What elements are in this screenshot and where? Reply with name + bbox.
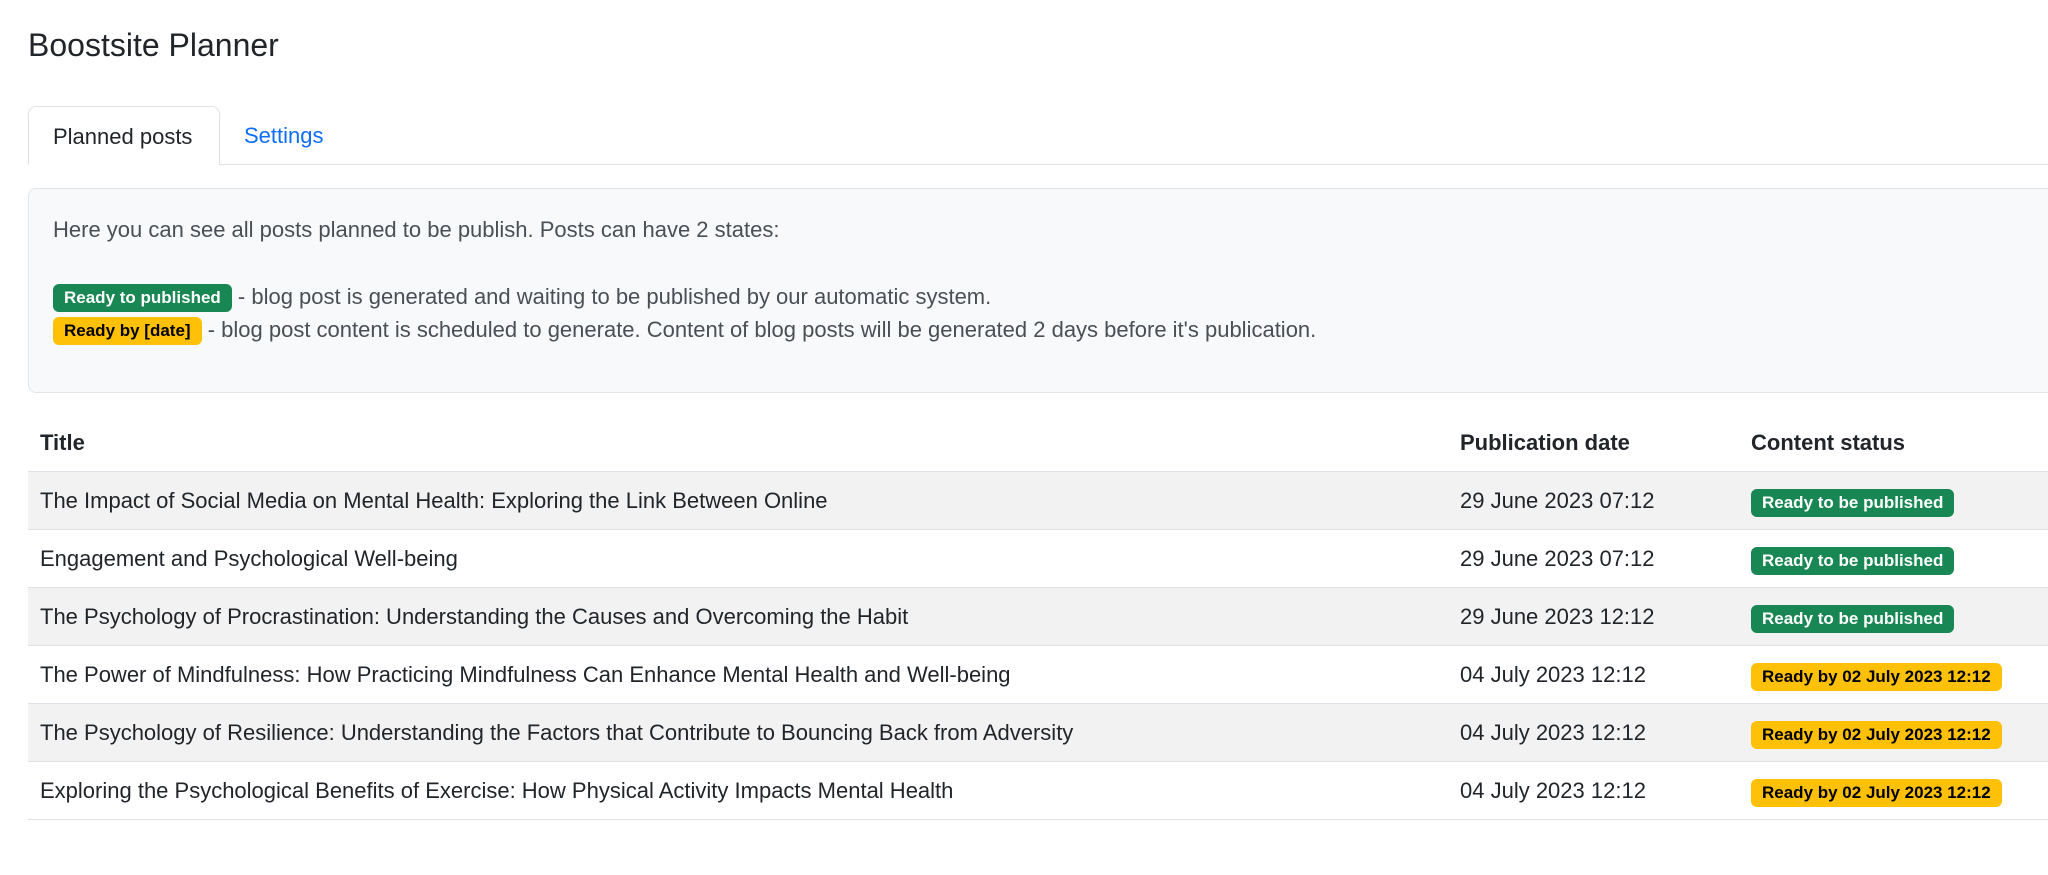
legend-description-scheduled: - blog post content is scheduled to gene… [201, 317, 1317, 342]
post-publication-date: 29 June 2023 07:12 [1460, 546, 1655, 571]
post-title: The Psychology of Resilience: Understand… [40, 720, 1074, 745]
post-publication-date: 04 July 2023 12:12 [1460, 720, 1646, 745]
post-title: Engagement and Psychological Well-being [40, 546, 458, 571]
info-intro-text: Here you can see all posts planned to be… [53, 217, 780, 242]
tab-settings[interactable]: Settings [220, 106, 348, 165]
post-title: The Power of Mindfulness: How Practicing… [40, 662, 1011, 687]
legend-description-published: - blog post is generated and waiting to … [231, 284, 992, 309]
page-title: Boostsite Planner [28, 27, 279, 63]
post-title: Exploring the Psychological Benefits of … [40, 778, 954, 803]
table-row: Engagement and Psychological Well-being … [28, 530, 2048, 588]
column-header-title: Title [40, 430, 85, 455]
status-badge: Ready to be published [1751, 489, 1955, 517]
table-row: The Power of Mindfulness: How Practicing… [28, 646, 2048, 704]
post-status-cell: Ready to be published [1751, 530, 1955, 588]
column-header-publication-date: Publication date [1460, 430, 1630, 455]
table-row: The Psychology of Procrastination: Under… [28, 588, 2048, 646]
status-badge: Ready to be published [1751, 605, 1955, 633]
table-row: The Impact of Social Media on Mental Hea… [28, 472, 2048, 530]
column-header-content-status: Content status [1751, 430, 1905, 455]
post-publication-date: 04 July 2023 12:12 [1460, 778, 1646, 803]
status-badge: Ready by 02 July 2023 12:12 [1751, 721, 2002, 749]
post-status-cell: Ready to be published [1751, 588, 1955, 646]
post-status-cell: Ready by 02 July 2023 12:12 [1751, 704, 2002, 762]
post-title: The Psychology of Procrastination: Under… [40, 604, 909, 629]
post-title: The Impact of Social Media on Mental Hea… [40, 488, 828, 513]
legend-badge-ready-to-published: Ready to published [53, 284, 232, 312]
table-header-row: Title Publication date Content status [28, 414, 2048, 472]
posts-table: Title Publication date Content status Th… [28, 414, 2048, 820]
legend-badge-ready-by-date: Ready by [date] [53, 317, 202, 345]
table-row: Exploring the Psychological Benefits of … [28, 762, 2048, 820]
status-badge: Ready to be published [1751, 547, 1955, 575]
info-state-published: Ready to published - blog post is genera… [53, 283, 991, 312]
info-panel: Here you can see all posts planned to be… [28, 188, 2048, 393]
post-status-cell: Ready to be published [1751, 472, 1955, 530]
info-state-scheduled: Ready by [date] - blog post content is s… [53, 316, 1316, 345]
post-publication-date: 04 July 2023 12:12 [1460, 662, 1646, 687]
status-badge: Ready by 02 July 2023 12:12 [1751, 779, 2002, 807]
status-badge: Ready by 02 July 2023 12:12 [1751, 663, 2002, 691]
post-status-cell: Ready by 02 July 2023 12:12 [1751, 762, 2002, 820]
tab-bar: Planned posts Settings [28, 106, 2048, 165]
post-publication-date: 29 June 2023 07:12 [1460, 488, 1655, 513]
table-row: The Psychology of Resilience: Understand… [28, 704, 2048, 762]
post-status-cell: Ready by 02 July 2023 12:12 [1751, 646, 2002, 704]
tab-planned-posts[interactable]: Planned posts [28, 106, 220, 165]
post-publication-date: 29 June 2023 12:12 [1460, 604, 1655, 629]
